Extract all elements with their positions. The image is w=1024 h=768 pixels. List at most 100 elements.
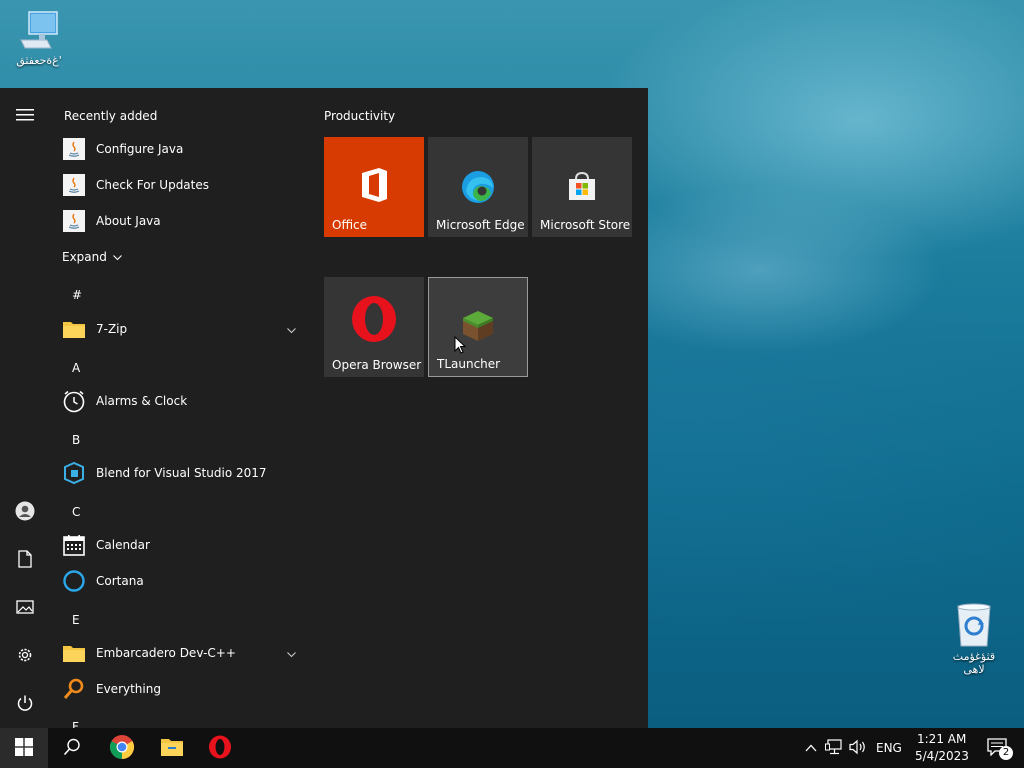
tile-label: Microsoft Edge: [436, 218, 525, 232]
power-button[interactable]: [9, 688, 41, 720]
app-item-configure-java[interactable]: Configure Java: [62, 133, 306, 165]
pictures-button[interactable]: [9, 592, 41, 624]
section-header-b[interactable]: B: [72, 433, 80, 447]
tile-office[interactable]: Office: [324, 137, 424, 237]
volume-button[interactable]: [846, 728, 870, 768]
section-header-hash[interactable]: #: [72, 288, 82, 302]
section-header-f[interactable]: F: [72, 720, 79, 728]
network-button[interactable]: [822, 728, 846, 768]
java-icon: [62, 209, 86, 233]
recycle-bin-icon: [952, 602, 996, 648]
tile-tlauncher[interactable]: TLauncher: [428, 277, 528, 377]
app-item-check-for-updates[interactable]: Check For Updates: [62, 169, 306, 201]
network-icon: [825, 738, 843, 758]
section-header-c[interactable]: C: [72, 505, 80, 519]
app-item-label: Calendar: [96, 538, 150, 552]
app-item-label: 7-Zip: [96, 322, 128, 336]
speaker-icon: [849, 739, 867, 758]
app-item-blend[interactable]: Blend for Visual Studio 2017: [62, 457, 306, 489]
section-header-e[interactable]: E: [72, 613, 80, 627]
desktop-icon-label-line: قثؤغؤمث: [952, 650, 996, 663]
app-item-label: Everything: [96, 682, 161, 696]
start-menu: Recently added Configure Java Check For …: [0, 88, 648, 728]
chrome-icon: [109, 734, 135, 763]
tile-opera-browser[interactable]: Opera Browser: [324, 277, 424, 377]
edge-icon: [428, 169, 528, 205]
app-item-embarcadero[interactable]: Embarcadero Dev-C++: [62, 637, 306, 669]
documents-button[interactable]: [9, 544, 41, 576]
grass-block-icon: [429, 308, 527, 344]
java-icon: [62, 173, 86, 197]
desktop-icon-this-pc[interactable]: غ‌ةحعفثق': [3, 10, 75, 67]
taskbar-file-explorer[interactable]: [148, 728, 196, 768]
tiles-area: Productivity Office Microsoft Edge Micro…: [310, 88, 648, 728]
magnifier-icon: [62, 677, 86, 701]
app-item-label: About Java: [96, 214, 161, 228]
folder-icon: [62, 317, 86, 341]
app-item-about-java[interactable]: About Java: [62, 205, 306, 237]
cortana-icon: [62, 569, 86, 593]
app-item-alarms-clock[interactable]: Alarms & Clock: [62, 385, 306, 417]
picture-icon: [16, 599, 34, 617]
app-item-label: Check For Updates: [96, 178, 210, 192]
clock-date[interactable]: 5/4/2023: [915, 749, 969, 763]
computer-icon: [17, 10, 61, 52]
recently-added-heading: Recently added: [64, 109, 158, 123]
language-indicator[interactable]: ENG: [876, 741, 902, 755]
search-button[interactable]: [48, 728, 96, 768]
mouse-cursor-icon: [454, 335, 467, 357]
java-icon: [62, 137, 86, 161]
office-icon: [324, 167, 424, 203]
store-bag-icon: [532, 170, 632, 202]
desktop-icon-label-line: لاهى: [963, 663, 985, 676]
document-icon: [18, 549, 32, 571]
blend-icon: [62, 461, 86, 485]
notification-count-badge: 2: [999, 746, 1013, 760]
app-item-label: Configure Java: [96, 142, 184, 156]
action-center-button[interactable]: 2: [976, 728, 1020, 768]
taskbar-chrome[interactable]: [98, 728, 146, 768]
app-list: Recently added Configure Java Check For …: [50, 88, 310, 728]
app-item-label: Embarcadero Dev-C++: [96, 646, 236, 660]
hamburger-menu-button[interactable]: [9, 100, 41, 132]
windows-logo-icon: [15, 737, 33, 759]
settings-button[interactable]: [9, 640, 41, 672]
app-item-calendar[interactable]: Calendar: [62, 529, 306, 561]
hamburger-icon: [16, 108, 34, 125]
chevron-up-icon: [805, 741, 817, 755]
app-item-cortana[interactable]: Cortana: [62, 565, 306, 597]
app-item-label: Blend for Visual Studio 2017: [96, 466, 267, 480]
tile-label: TLauncher: [437, 357, 501, 371]
user-icon: [15, 501, 35, 524]
search-icon: [63, 738, 81, 759]
taskbar-opera[interactable]: [196, 728, 244, 768]
chevron-down-icon: [113, 250, 122, 264]
section-header-a[interactable]: A: [72, 361, 80, 375]
desktop-icon-recycle-bin[interactable]: قثؤغؤمث لاهى: [938, 602, 1010, 676]
app-item-7-zip[interactable]: 7-Zip: [62, 313, 306, 345]
show-hidden-icons-button[interactable]: [800, 728, 822, 768]
gear-icon: [16, 646, 34, 667]
expand-button[interactable]: Expand: [62, 241, 142, 273]
expand-label: Expand: [62, 250, 107, 264]
calendar-icon: [62, 533, 86, 557]
folder-icon: [62, 641, 86, 665]
desktop-icon-label: غ‌ةحعفثق': [16, 54, 62, 67]
tile-group-title: Productivity: [324, 109, 396, 123]
app-item-everything[interactable]: Everything: [62, 673, 306, 705]
user-account-button[interactable]: [9, 496, 41, 528]
tile-microsoft-edge[interactable]: Microsoft Edge: [428, 137, 528, 237]
tile-label: Opera Browser: [332, 358, 422, 372]
power-icon: [16, 694, 34, 715]
tile-label: Microsoft Store: [540, 218, 631, 232]
app-item-label: Alarms & Clock: [96, 394, 188, 408]
clock-time[interactable]: 1:21 AM: [917, 732, 966, 746]
alarm-clock-icon: [62, 389, 86, 413]
tile-label: Office: [332, 218, 368, 232]
tile-microsoft-store[interactable]: Microsoft Store: [532, 137, 632, 237]
opera-icon: [208, 735, 232, 762]
start-button[interactable]: [0, 728, 48, 768]
start-rail: [0, 88, 50, 728]
taskbar: ENG 1:21 AM 5/4/2023 2: [0, 728, 1024, 768]
chevron-down-icon: [287, 647, 296, 661]
